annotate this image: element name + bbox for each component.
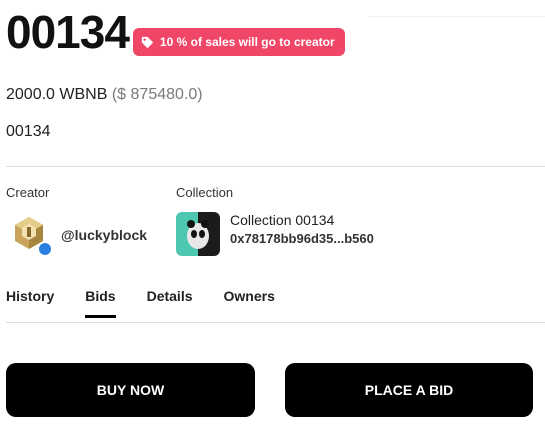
price-value: 2000.0 WBNB [6,86,108,103]
tabs-divider [6,322,545,323]
panda-art-thumbnail [176,212,220,256]
place-bid-button[interactable]: PLACE A BID [285,363,533,417]
collection-thumbnail[interactable] [176,212,220,256]
title-row: 00134 10 % of sales will go to creator [6,4,345,60]
creator-avatar[interactable] [10,214,52,256]
verified-icon [38,242,52,256]
price-usd: ($ 875480.0) [111,86,203,103]
collection-name[interactable]: Collection 00134 [230,212,334,228]
tag-icon [141,36,154,48]
tab-owners[interactable]: Owners [224,288,275,318]
royalty-badge-text: 10 % of sales will go to creator [159,35,335,49]
header-divider-fragment [368,16,545,17]
section-divider [6,166,545,167]
collection-label: Collection [176,185,234,200]
royalty-badge: 10 % of sales will go to creator [132,28,345,56]
tab-details[interactable]: Details [147,288,193,318]
tab-history[interactable]: History [6,288,54,318]
buy-now-button[interactable]: BUY NOW [6,363,255,417]
tab-bids[interactable]: Bids [85,288,116,318]
creator-label: Creator [6,185,50,200]
price: 2000.0 WBNB ($ 875480.0) [6,86,203,104]
collection-address[interactable]: 0x78178bb96d35...b560 [230,231,374,246]
nft-subname: 00134 [6,123,51,140]
tab-bar: History Bids Details Owners [6,288,306,318]
nft-title: 00134 [6,6,130,58]
creator-handle[interactable]: @luckyblock [61,227,147,243]
